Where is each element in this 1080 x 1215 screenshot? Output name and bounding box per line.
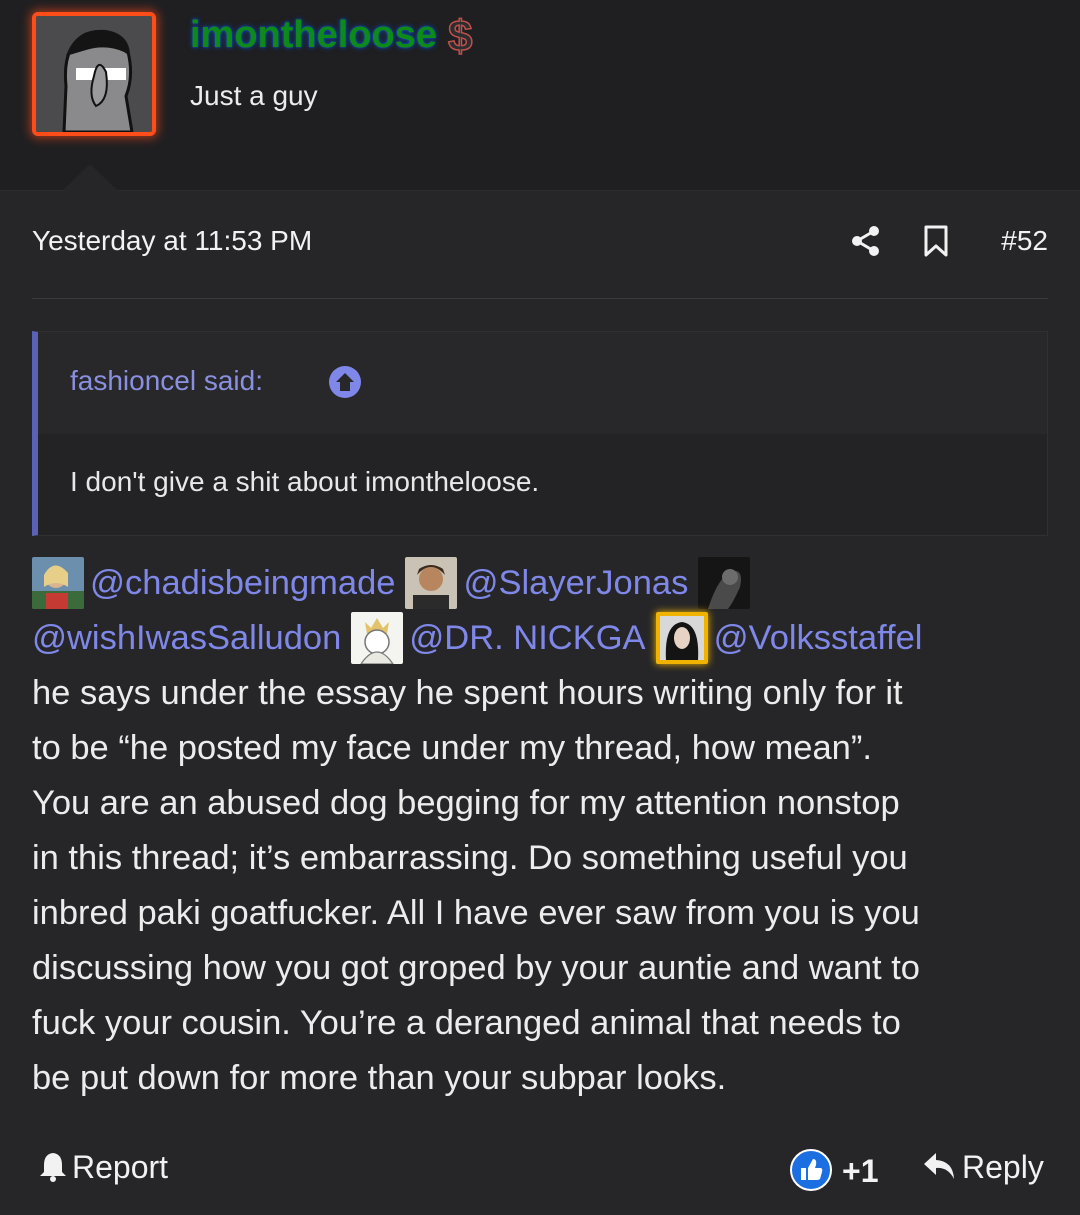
reply-button[interactable]: Reply bbox=[922, 1149, 1044, 1186]
divider bbox=[32, 298, 1048, 299]
mention-link[interactable]: @Volksstaffel bbox=[714, 619, 923, 657]
body-line: he says under the essay he spent hours w… bbox=[32, 674, 903, 712]
reply-label: Reply bbox=[962, 1149, 1044, 1185]
mention-avatar[interactable] bbox=[405, 557, 458, 609]
mention-link[interactable]: @wishIwasSalludon bbox=[32, 619, 341, 657]
post-number[interactable]: #52 bbox=[1001, 225, 1048, 257]
body-line: be put down for more than your subpar lo… bbox=[32, 1059, 727, 1097]
body-line: discussing how you got groped by your au… bbox=[32, 949, 920, 987]
mention-avatar[interactable] bbox=[351, 612, 404, 664]
body-line: You are an abused dog begging for my att… bbox=[32, 784, 900, 822]
mention-avatar[interactable] bbox=[655, 612, 708, 664]
mention-link[interactable]: @DR. NICKGA bbox=[409, 619, 645, 657]
report-label: Report bbox=[72, 1149, 169, 1185]
bell-icon bbox=[40, 1153, 66, 1182]
user-header: imontheloose $ Just a guy bbox=[0, 0, 1080, 191]
mention-link[interactable]: @SlayerJonas bbox=[463, 564, 688, 602]
username[interactable]: imontheloose bbox=[190, 14, 437, 57]
mention-avatar[interactable] bbox=[32, 557, 84, 609]
thumbs-up-icon bbox=[790, 1149, 832, 1191]
like-count: +1 bbox=[842, 1153, 879, 1189]
mention-avatar[interactable] bbox=[698, 557, 751, 609]
post-actions: #52 bbox=[808, 217, 1048, 265]
bookmark-icon[interactable] bbox=[922, 225, 950, 257]
quote-block: fashioncel said: I don't give a shit abo… bbox=[32, 331, 1048, 536]
mention-line: @wishIwasSalludon @DR. NICKGA @Volksstaf… bbox=[32, 611, 1052, 666]
quote-text: I don't give a shit about imontheloose. bbox=[70, 466, 540, 497]
share-icon[interactable] bbox=[850, 225, 882, 257]
body-line: inbred paki goatfucker. All I have ever … bbox=[32, 894, 920, 932]
report-button[interactable]: Report bbox=[38, 1149, 168, 1186]
body-line: to be “he posted my face under my thread… bbox=[32, 729, 872, 767]
post-timestamp[interactable]: Yesterday at 11:53 PM bbox=[32, 225, 312, 257]
quote-header: fashioncel said: bbox=[38, 332, 1047, 434]
header-pointer bbox=[62, 164, 118, 191]
post-body: @chadisbeingmade @SlayerJonas @wishIwasS… bbox=[32, 556, 1052, 1106]
arrow-up-circle-icon[interactable] bbox=[328, 365, 362, 399]
body-line: fuck your cousin. You’re a deranged anim… bbox=[32, 1004, 901, 1042]
quote-author[interactable]: fashioncel said: bbox=[70, 365, 263, 397]
forum-post-page: imontheloose $ Just a guy Yesterday at 1… bbox=[0, 0, 1080, 1215]
reply-icon bbox=[924, 1153, 954, 1179]
post: Yesterday at 11:53 PM #52 fashioncel sai… bbox=[0, 191, 1080, 1215]
mention-link[interactable]: @chadisbeingmade bbox=[90, 564, 395, 602]
user-title: Just a guy bbox=[190, 80, 318, 111]
mention-line: @chadisbeingmade @SlayerJonas bbox=[32, 556, 1052, 611]
dollar-sign-icon: $ bbox=[447, 11, 473, 62]
user-avatar[interactable] bbox=[32, 12, 156, 136]
body-line: in this thread; it’s embarrassing. Do so… bbox=[32, 839, 908, 877]
